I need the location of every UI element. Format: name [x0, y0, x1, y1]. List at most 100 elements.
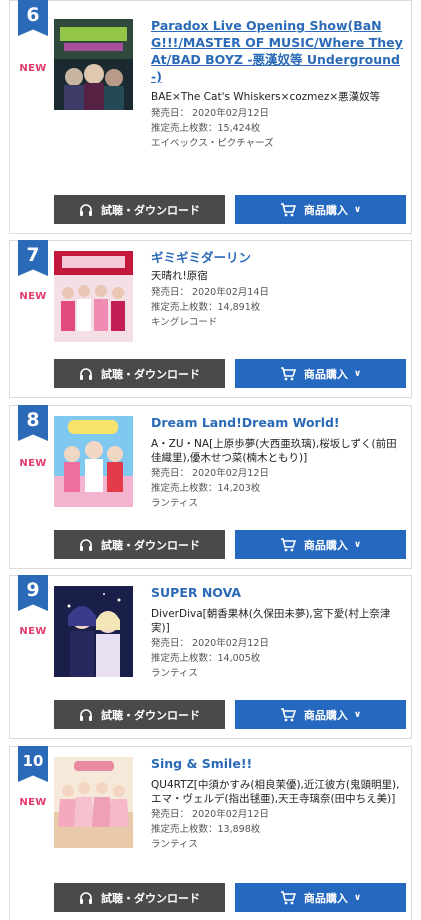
download-button[interactable]: 試聴・ダウンロード [54, 195, 225, 224]
release-date-label: 発売日： [151, 468, 190, 479]
download-button[interactable]: 試聴・ダウンロード [54, 700, 225, 729]
chevron-down-icon: ∨ [353, 709, 362, 720]
headphones-icon [80, 367, 92, 380]
new-badge: NEW [19, 63, 47, 74]
buy-button[interactable]: 商品購入 ∨ [235, 359, 406, 388]
release-date: 発売日： 2020年02月14日 [151, 285, 405, 300]
headphones-icon [80, 891, 92, 904]
download-button[interactable]: 試聴・ダウンロード [54, 883, 225, 912]
release-date-label: 発売日： [151, 287, 190, 298]
release-info: SUPER NOVA DiverDiva[朝香果林(久保田未夢),宮下愛(村上奈… [151, 584, 405, 681]
sales-value: 15,424枚 [217, 123, 261, 134]
release-date: 発売日： 2020年02月12日 [151, 807, 405, 822]
record-label: キングレコード [151, 317, 218, 328]
ranking-card: 8 NEW Dream Land!Dream World! A・ZU・NA[上原… [9, 405, 412, 569]
cart-icon [280, 202, 296, 216]
download-label: 試聴・ダウンロード [101, 891, 200, 905]
download-label: 試聴・ダウンロード [101, 203, 200, 217]
chevron-down-icon: ∨ [353, 892, 362, 903]
buy-label: 商品購入 [303, 708, 348, 722]
cart-icon [280, 890, 296, 904]
release-date-value: 2020年02月12日 [192, 809, 269, 820]
artist-name: DiverDiva[朝香果林(久保田未夢),宮下愛(村上奈津実)] [151, 608, 391, 634]
release-info: Sing & Smile!! QU4RTZ[中須かすみ(相良茉優),近江彼方(鬼… [151, 755, 405, 852]
album-jacket[interactable] [54, 757, 133, 848]
release-date-label: 発売日： [151, 809, 190, 820]
buy-button[interactable]: 商品購入 ∨ [235, 195, 406, 224]
sales-count: 推定売上枚数：13,898枚 [151, 822, 405, 837]
sales-label: 推定売上枚数： [151, 302, 218, 313]
headphones-icon [80, 708, 92, 721]
sales-count: 推定売上枚数：14,005枚 [151, 651, 405, 666]
sales-label: 推定売上枚数： [151, 824, 218, 835]
release-date-value: 2020年02月12日 [192, 108, 269, 119]
release-date: 発売日： 2020年02月12日 [151, 106, 405, 121]
download-button[interactable]: 試聴・ダウンロード [54, 359, 225, 388]
release-date-value: 2020年02月12日 [192, 468, 269, 479]
sales-count: 推定売上枚数：14,203枚 [151, 481, 405, 496]
sales-value: 14,005枚 [217, 653, 261, 664]
release-date: 発売日： 2020年02月12日 [151, 466, 405, 481]
rank-badge: 9 [18, 575, 48, 611]
buy-button[interactable]: 商品購入 ∨ [235, 883, 406, 912]
sales-count: 推定売上枚数：15,424枚 [151, 121, 405, 136]
artist-name: BAE×The Cat's Whiskers×cozmez×悪漢奴等 [151, 91, 381, 103]
buy-label: 商品購入 [303, 367, 348, 381]
rank-badge: 7 [18, 240, 48, 276]
download-label: 試聴・ダウンロード [101, 538, 200, 552]
headphones-icon [80, 203, 92, 216]
download-label: 試聴・ダウンロード [101, 708, 200, 722]
release-title-link[interactable]: Sing & Smile!! [151, 755, 405, 772]
record-label: エイベックス・ピクチャーズ [151, 138, 274, 149]
download-label: 試聴・ダウンロード [101, 367, 200, 381]
release-title-link[interactable]: Dream Land!Dream World! [151, 414, 405, 431]
album-jacket[interactable] [54, 251, 133, 342]
cart-icon [280, 366, 296, 380]
new-badge: NEW [19, 458, 47, 469]
sales-label: 推定売上枚数： [151, 123, 218, 134]
new-badge: NEW [19, 291, 47, 302]
download-button[interactable]: 試聴・ダウンロード [54, 530, 225, 559]
artist-name: A・ZU・NA[上原歩夢(大西亜玖璃),桜坂しずく(前田佳織里),優木せつ菜(楠… [151, 438, 397, 464]
sales-label: 推定売上枚数： [151, 653, 218, 664]
artist-name: 天晴れ!原宿 [151, 270, 208, 282]
album-jacket[interactable] [54, 416, 133, 507]
chevron-down-icon: ∨ [353, 204, 362, 215]
new-badge: NEW [19, 797, 47, 808]
artist-name: QU4RTZ[中須かすみ(相良茉優),近江彼方(鬼頭明里),エマ・ヴェルデ(指出… [151, 779, 400, 805]
ranking-card: 7 NEW ギミギミダーリン 天晴れ!原宿 発売日： 2020年02月14日 推… [9, 240, 412, 398]
sales-count: 推定売上枚数：14,891枚 [151, 300, 405, 315]
release-date: 発売日： 2020年02月12日 [151, 636, 405, 651]
record-label: ランティス [151, 839, 198, 850]
release-title-link[interactable]: SUPER NOVA [151, 584, 405, 601]
release-date-value: 2020年02月14日 [192, 287, 269, 298]
sales-label: 推定売上枚数： [151, 483, 218, 494]
buy-button[interactable]: 商品購入 ∨ [235, 530, 406, 559]
rank-badge: 6 [18, 0, 48, 36]
sales-value: 14,203枚 [217, 483, 261, 494]
new-badge: NEW [19, 626, 47, 637]
sales-value: 14,891枚 [217, 302, 261, 313]
chevron-down-icon: ∨ [353, 368, 362, 379]
record-label: ランティス [151, 498, 198, 509]
rank-badge: 8 [18, 405, 48, 441]
buy-button[interactable]: 商品購入 ∨ [235, 700, 406, 729]
album-jacket[interactable] [54, 19, 133, 110]
chevron-down-icon: ∨ [353, 539, 362, 550]
ranking-card: 10 NEW Sing & Smile!! QU4RTZ[中須かすみ(相良茉優)… [9, 746, 412, 920]
album-jacket[interactable] [54, 586, 133, 677]
cart-icon [280, 537, 296, 551]
release-date-label: 発売日： [151, 108, 190, 119]
buy-label: 商品購入 [303, 203, 348, 217]
release-info: Dream Land!Dream World! A・ZU・NA[上原歩夢(大西亜… [151, 414, 405, 511]
record-label: ランティス [151, 668, 198, 679]
cart-icon [280, 707, 296, 721]
sales-value: 13,898枚 [217, 824, 261, 835]
ranking-card: 9 NEW SUPER NOVA DiverDiva[朝香果林(久保田未夢),宮… [9, 575, 412, 739]
release-info: Paradox Live Opening Show(BaNG!!!/MASTER… [151, 17, 405, 151]
release-title-link[interactable]: ギミギミダーリン [151, 249, 405, 266]
ranking-card: 6 NEW Paradox Live Opening Show(BaNG!!!/… [9, 0, 412, 234]
release-title-link[interactable]: Paradox Live Opening Show(BaNG!!!/MASTER… [151, 17, 405, 85]
buy-label: 商品購入 [303, 891, 348, 905]
headphones-icon [80, 538, 92, 551]
